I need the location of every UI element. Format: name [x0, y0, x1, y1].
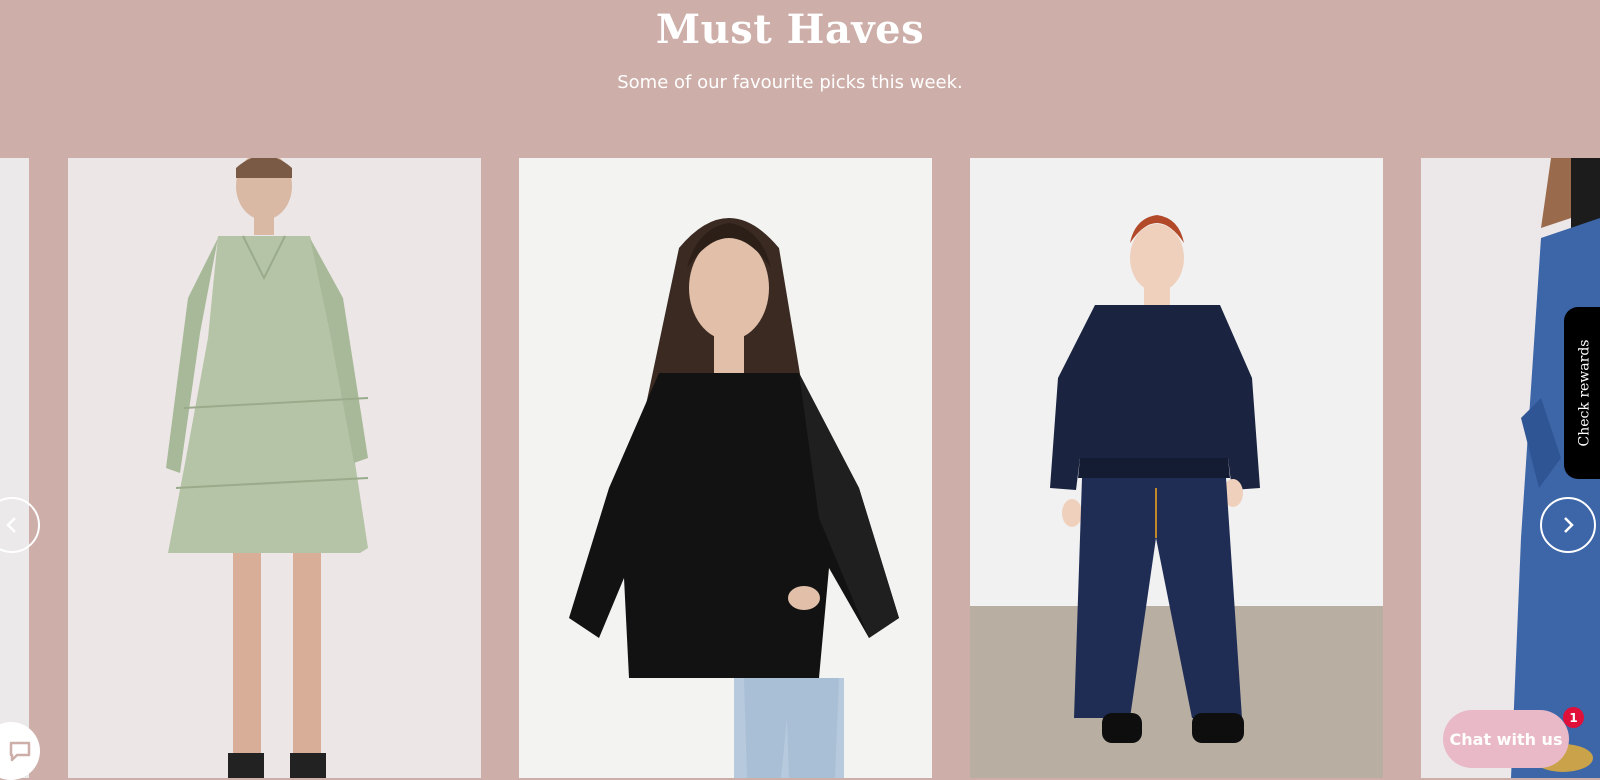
product-image — [970, 158, 1383, 778]
chevron-right-icon — [1564, 517, 1574, 533]
chevron-left-icon — [6, 517, 16, 533]
product-card-partial-left[interactable] — [0, 158, 29, 778]
product-card-sage-dress[interactable] — [68, 158, 481, 778]
chat-launcher-button[interactable] — [0, 722, 40, 780]
section-subtitle: Some of our favourite picks this week. — [617, 72, 963, 93]
product-card-black-blouse[interactable] — [519, 158, 932, 778]
chat-with-us-label: Chat with us — [1449, 729, 1563, 749]
product-image — [0, 158, 29, 778]
chat-notification-badge: 1 — [1563, 707, 1584, 728]
product-card-navy-sweater[interactable] — [970, 158, 1383, 778]
product-image — [68, 158, 481, 778]
chat-bubble-icon — [9, 741, 31, 762]
section-title: Must Haves — [655, 6, 925, 53]
carousel-next-button[interactable] — [1540, 497, 1596, 553]
carousel-prev-button[interactable] — [0, 497, 40, 553]
check-rewards-label: Check rewards — [1576, 339, 1592, 447]
chat-with-us-button[interactable]: Chat with us — [1443, 710, 1569, 768]
product-image — [519, 158, 932, 778]
check-rewards-tab[interactable]: Check rewards — [1564, 307, 1600, 479]
